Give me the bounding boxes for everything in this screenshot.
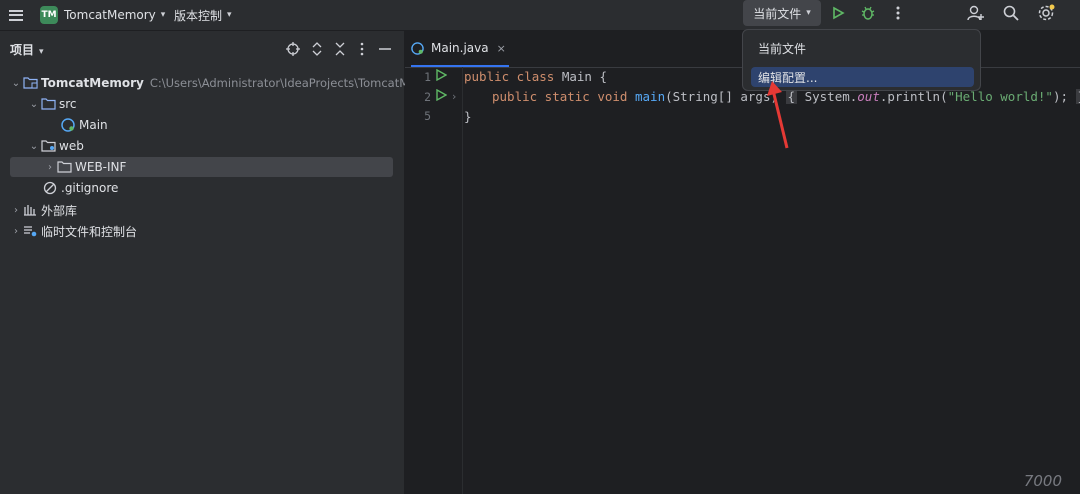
tree-item-label: web (59, 139, 84, 153)
chevron-right-icon[interactable]: › (10, 226, 22, 237)
line-number: 1 (424, 70, 431, 84)
project-view-title[interactable]: 项目 ▾ (10, 41, 44, 58)
folder-icon (56, 160, 72, 174)
collapse-all-icon[interactable] (331, 40, 349, 58)
gutter-divider (462, 67, 463, 494)
tree-item-label: .gitignore (61, 181, 119, 195)
tree-item-label: 外部库 (41, 203, 78, 218)
ignore-file-icon (42, 181, 58, 195)
tree-item-scratches[interactable]: › 临时文件和控制台 (10, 221, 137, 241)
chevron-down-icon: ▾ (806, 8, 811, 18)
project-name: TomcatMemory (64, 8, 156, 22)
tree-item-label: WEB-INF (75, 160, 127, 174)
annotation-arrow (767, 81, 789, 149)
code-line-3: } (464, 109, 472, 124)
chevron-down-icon[interactable]: ⌄ (28, 99, 40, 110)
tree-item-gitignore[interactable]: .gitignore (30, 178, 118, 198)
run-config-label: 当前文件 (753, 6, 802, 21)
tab-label: Main.java (431, 41, 489, 55)
chevron-right-icon[interactable]: › (44, 162, 56, 173)
hamburger-menu-icon[interactable] (6, 0, 26, 30)
more-vert-icon[interactable] (887, 2, 909, 24)
debug-icon[interactable] (857, 2, 879, 24)
chevron-down-icon[interactable]: ⌄ (10, 78, 22, 89)
project-badge: TM (40, 6, 58, 24)
locate-icon[interactable] (284, 40, 302, 58)
line-number: 5 (424, 109, 431, 123)
tab-main-java[interactable]: Main.java × (411, 31, 509, 67)
project-switcher[interactable]: TM TomcatMemory ▾ (40, 0, 165, 30)
library-icon (22, 203, 38, 217)
chevron-down-icon: ▾ (160, 10, 166, 20)
vcs-menu-label: 版本控制 (174, 8, 223, 23)
watermark-logo: 7000 (1023, 472, 1062, 490)
popup-item-current-file[interactable]: 当前文件 (751, 38, 974, 58)
tree-item-web[interactable]: ⌄ web (28, 136, 84, 156)
title-bar: TM TomcatMemory ▾ 版本控制 ▾ 当前文件 ▾ (0, 0, 1080, 31)
chevron-down-icon: ▾ (39, 46, 44, 57)
scratches-icon (22, 224, 38, 238)
run-icon[interactable] (827, 2, 849, 24)
settings-icon[interactable] (1035, 2, 1057, 24)
more-vert-icon[interactable] (353, 40, 371, 58)
close-icon[interactable]: × (497, 42, 506, 55)
project-header: 项目 ▾ (0, 31, 404, 67)
tree-item-web-inf[interactable]: › WEB-INF (10, 157, 393, 177)
tree-item-label: 临时文件和控制台 (41, 224, 138, 239)
run-main-icon[interactable] (436, 88, 448, 104)
fold-chevron-icon[interactable]: › (452, 90, 456, 103)
class-icon (411, 41, 427, 55)
tree-item-label: TomcatMemory (41, 76, 144, 90)
run-config-selector[interactable]: 当前文件 ▾ (743, 0, 821, 26)
tree-item-main[interactable]: Main (48, 115, 108, 135)
source-folder-icon (40, 97, 56, 111)
tree-item-external-libraries[interactable]: › 外部库 (10, 200, 77, 220)
tree-item-label: src (59, 97, 77, 111)
project-tool-window: 项目 ▾ ⌄ TomcatMemory C:\Users\Administrato… (0, 31, 446, 494)
tree-item-project-root[interactable]: ⌄ TomcatMemory C:\Users\Administrator\Id… (10, 73, 446, 93)
project-path: C:\Users\Administrator\IdeaProjects\Tomc… (149, 76, 446, 90)
vcs-menu[interactable]: 版本控制 ▾ (174, 0, 232, 30)
tree-item-label: Main (79, 118, 108, 132)
chevron-down-icon: ▾ (227, 10, 232, 20)
chevron-right-icon[interactable]: › (10, 205, 22, 216)
run-class-icon[interactable] (436, 68, 448, 84)
minimize-icon[interactable] (376, 40, 394, 58)
tree-item-src[interactable]: ⌄ src (28, 94, 77, 114)
line-number: 2 (424, 90, 431, 104)
chevron-down-icon[interactable]: ⌄ (28, 141, 40, 152)
search-icon[interactable] (1000, 2, 1022, 24)
code-line-1: public class Main { (464, 69, 607, 84)
module-folder-icon (22, 76, 38, 90)
add-user-icon[interactable] (965, 2, 987, 24)
web-folder-icon (40, 139, 56, 153)
code-editor[interactable]: Main.java × 1 2 5 › public class Main { … (405, 31, 1080, 494)
class-icon (60, 118, 76, 132)
expand-all-icon[interactable] (308, 40, 326, 58)
